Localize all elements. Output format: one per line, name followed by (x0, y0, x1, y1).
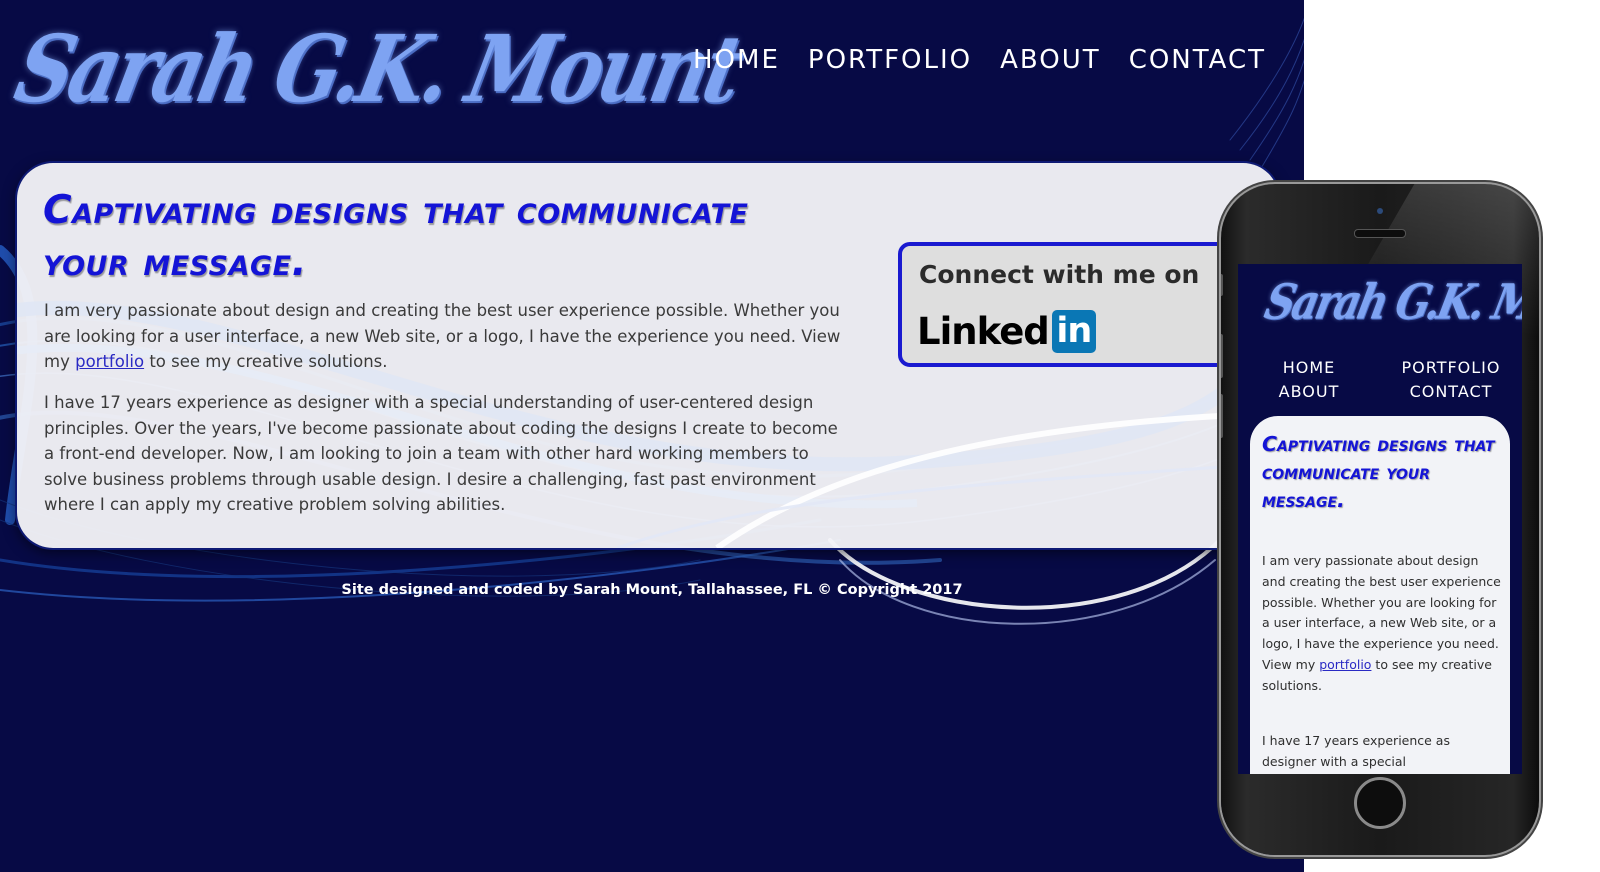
phone-home-button (1354, 777, 1406, 829)
phone-volume-up (1221, 334, 1223, 378)
mobile-nav: HOME PORTFOLIO ABOUT CONTACT (1238, 358, 1522, 401)
linkedin-in-badge: in (1051, 310, 1096, 353)
main-nav: HOME PORTFOLIO ABOUT CONTACT (693, 45, 1266, 75)
mobile-experience-paragraph: I have 17 years experience as designer w… (1262, 733, 1450, 769)
front-camera-icon (1377, 208, 1383, 214)
linkedin-logo: Linked in (917, 310, 1096, 353)
portfolio-link[interactable]: portfolio (75, 352, 144, 371)
logo-text: Sarah G.K. Mount (6, 15, 749, 124)
intro-text-end: to see my creative solutions. (144, 352, 388, 371)
phone-screen: Sarah G.K. Mount HOME PORTFOLIO ABOUT CO… (1238, 264, 1522, 774)
desktop-site: Sarah G.K. Mount HOME PORTFOLIO ABOUT CO… (0, 0, 1304, 872)
mobile-content-card: Captivating designs that communicate you… (1250, 416, 1510, 774)
linkedin-title: Connect with me on (919, 260, 1200, 289)
phone-speaker (1354, 229, 1406, 238)
nav-home-link[interactable]: HOME (693, 45, 780, 75)
mobile-nav-portfolio-link[interactable]: PORTFOLIO (1380, 358, 1522, 377)
mobile-headline: Captivating designs that communicate you… (1262, 432, 1495, 512)
phone-mockup: Sarah G.K. Mount HOME PORTFOLIO ABOUT CO… (1221, 184, 1539, 855)
phone-mute-switch (1221, 274, 1223, 296)
mobile-intro-paragraph: I am very passionate about design and cr… (1262, 551, 1502, 697)
linkedin-connect-button[interactable]: Connect with me on Linked in (898, 242, 1238, 367)
phone-volume-down (1221, 394, 1223, 438)
nav-contact-link[interactable]: CONTACT (1129, 45, 1266, 75)
mobile-nav-contact-link[interactable]: CONTACT (1380, 382, 1522, 401)
page-headline: Captivating designs that communicate you… (43, 188, 749, 285)
mobile-intro-text-start: I am very passionate about design and cr… (1262, 553, 1501, 672)
mobile-portfolio-link[interactable]: portfolio (1319, 657, 1371, 672)
experience-paragraph: I have 17 years experience as designer w… (44, 393, 838, 514)
site-footer: Site designed and coded by Sarah Mount, … (341, 582, 963, 598)
site-logo[interactable]: Sarah G.K. Mount (7, 16, 749, 136)
intro-paragraph: I am very passionate about design and cr… (44, 298, 844, 375)
nav-portfolio-link[interactable]: PORTFOLIO (808, 45, 972, 75)
mobile-nav-about-link[interactable]: ABOUT (1238, 382, 1380, 401)
mobile-nav-home-link[interactable]: HOME (1238, 358, 1380, 377)
mobile-logo[interactable]: Sarah G.K. Mount (1260, 274, 1522, 331)
linkedin-wordmark: Linked (917, 310, 1050, 353)
nav-about-link[interactable]: ABOUT (1000, 45, 1101, 75)
